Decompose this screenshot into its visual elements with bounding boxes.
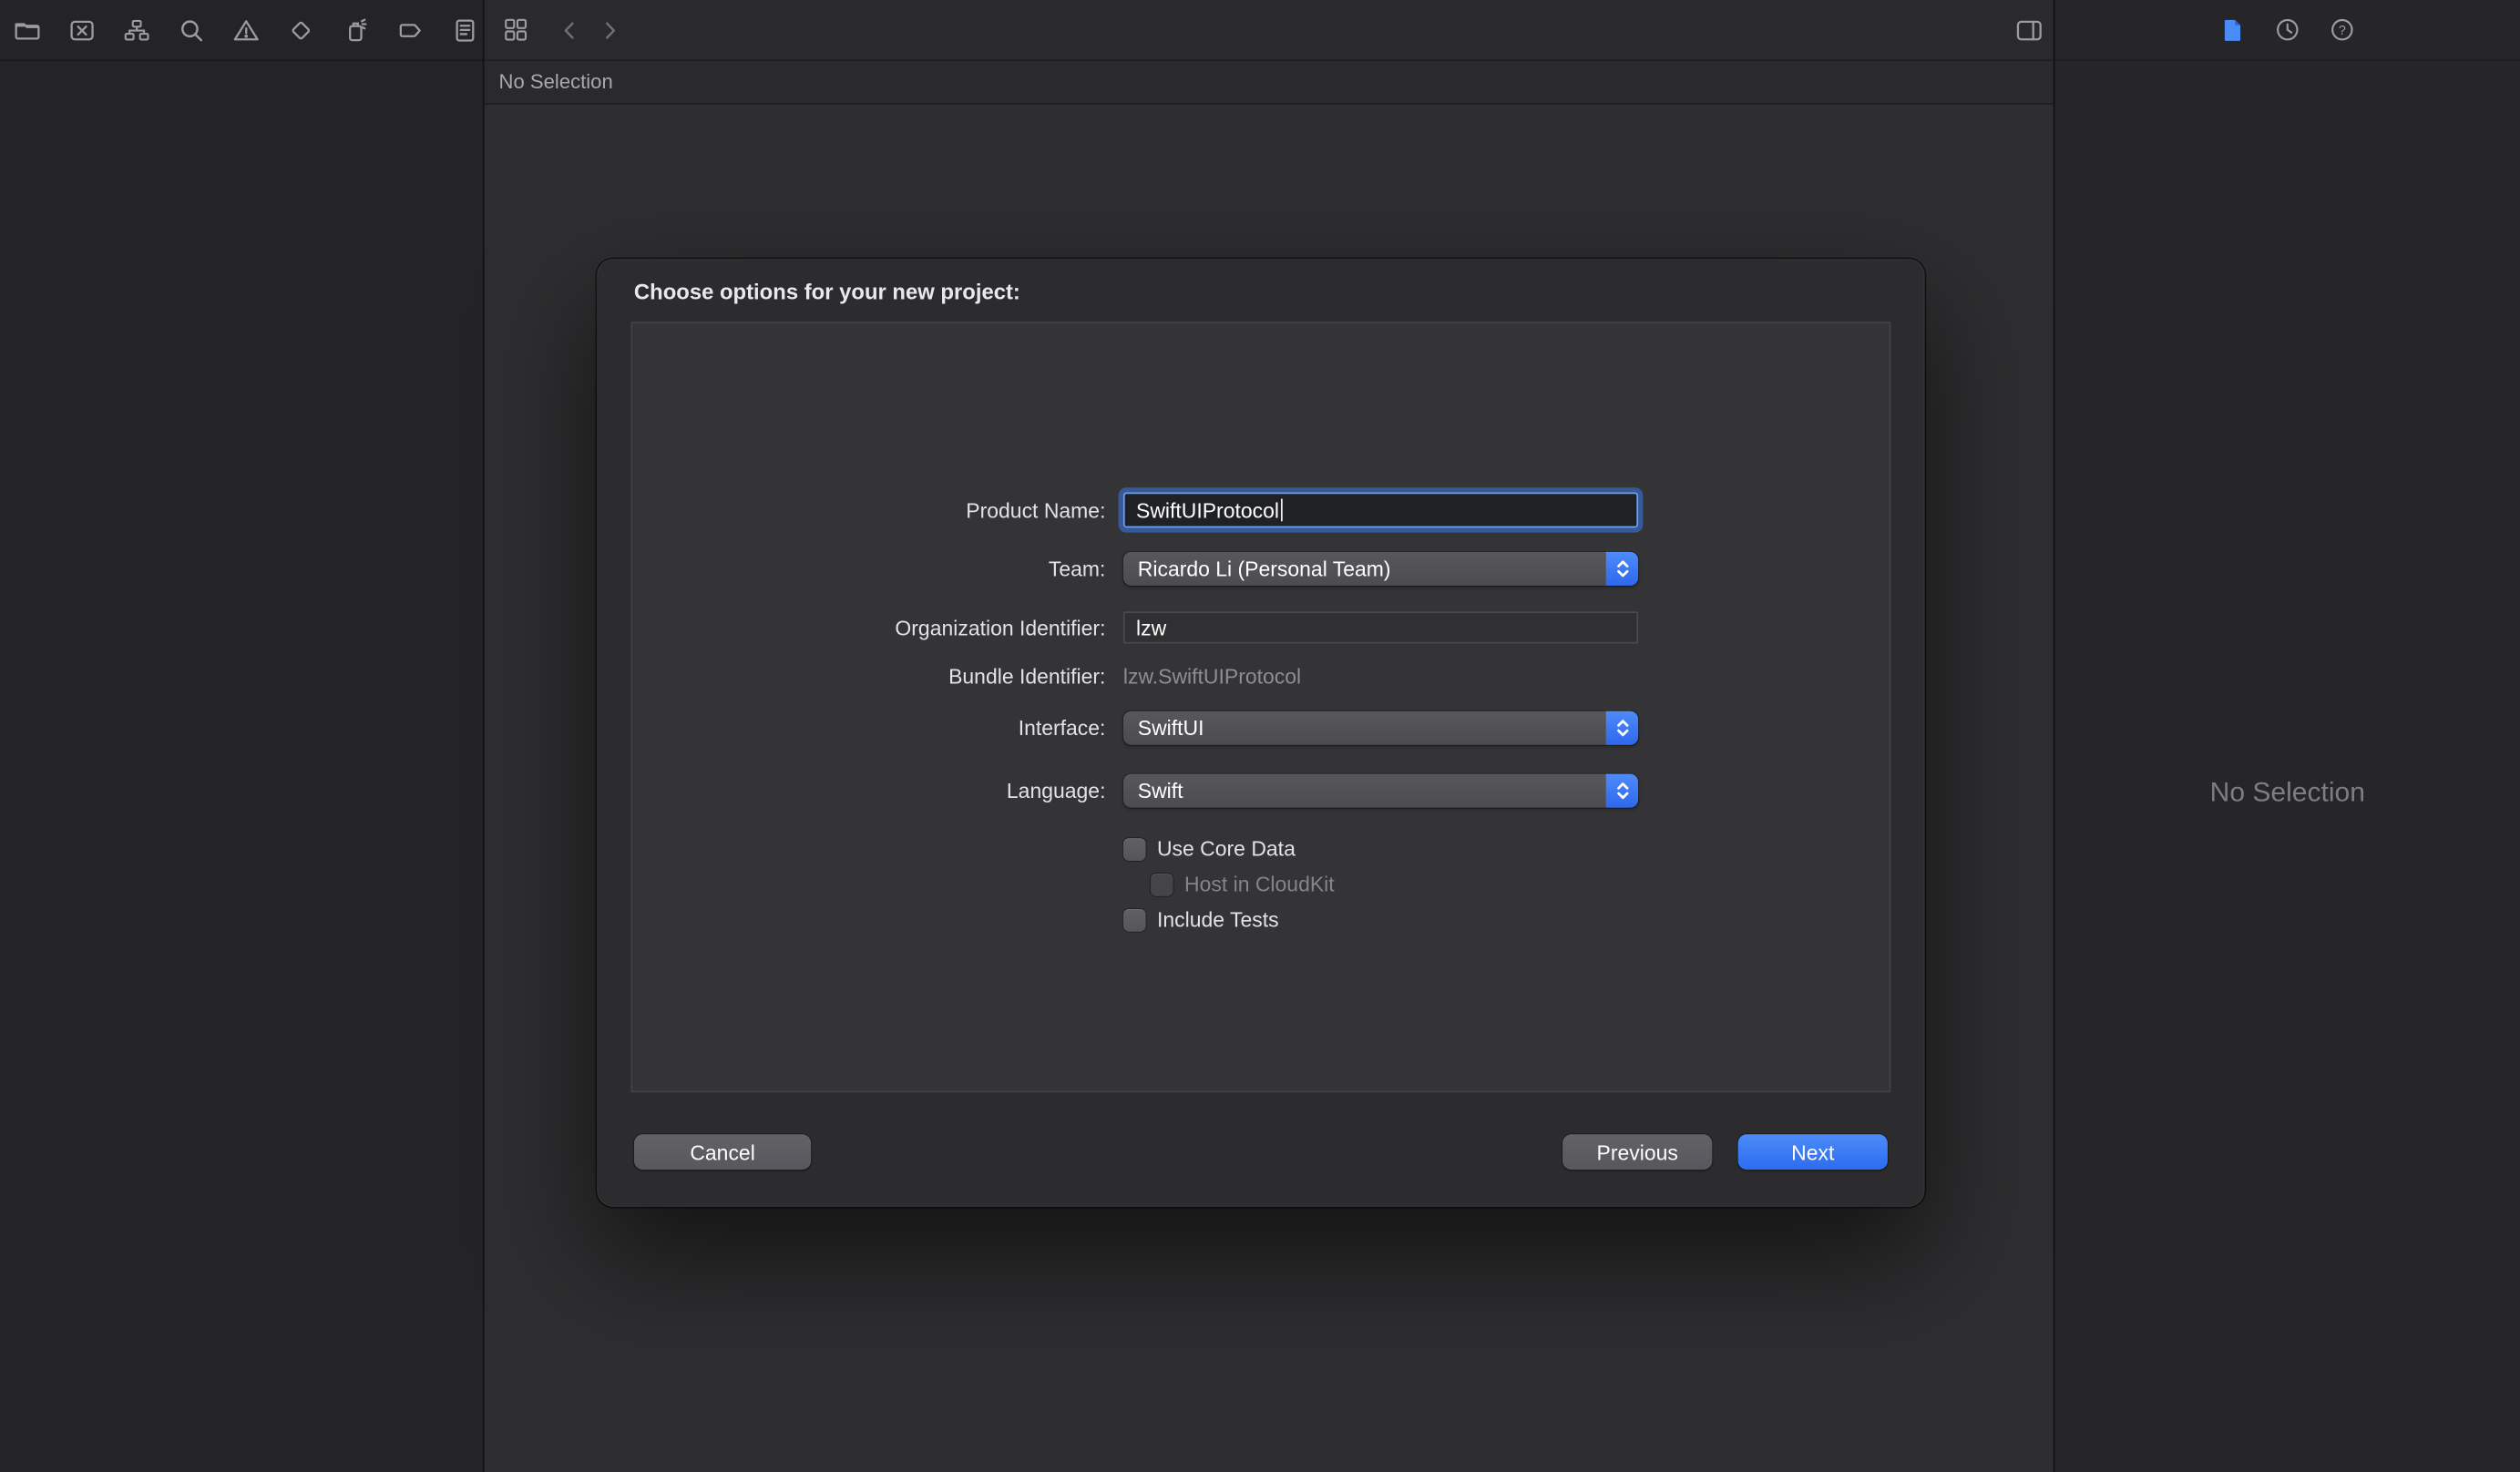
use-core-data-label: Use Core Data (1157, 836, 1296, 860)
text-caret (1281, 499, 1283, 522)
language-value: Swift (1123, 779, 1183, 802)
xcode-window: No Selection ? No Selection Choose optio… (0, 0, 2520, 1472)
dialog-title: Choose options for your new project: (634, 280, 1020, 303)
product-name-label: Product Name: (632, 498, 1105, 522)
organization-identifier-field[interactable]: lzw (1123, 611, 1638, 643)
include-tests-label: Include Tests (1157, 907, 1279, 931)
popup-chevrons-icon (1606, 552, 1638, 586)
report-navigator-icon[interactable] (449, 15, 480, 46)
checkbox-unchecked-icon (1151, 873, 1173, 895)
new-project-options-dialog: Choose options for your new project: Pro… (597, 259, 1924, 1206)
popup-chevrons-icon (1606, 774, 1638, 808)
host-in-cloudkit-checkbox: Host in CloudKit (1151, 872, 1335, 895)
options-form-panel: Product Name: SwiftUIProtocol Team: Rica… (630, 322, 1890, 1092)
team-popup[interactable]: Ricardo Li (Personal Team) (1123, 552, 1638, 586)
inspector-panel: ? No Selection (2054, 0, 2520, 1472)
navigator-toolbar (0, 0, 483, 61)
team-label: Team: (632, 557, 1105, 580)
history-inspector-icon[interactable] (2272, 15, 2303, 46)
interface-row: Interface: SwiftUI (632, 711, 1889, 745)
organization-identifier-value: lzw (1136, 616, 1166, 639)
include-tests-row: Include Tests (1123, 907, 1279, 931)
back-chevron-icon[interactable] (554, 15, 585, 46)
cancel-button[interactable]: Cancel (634, 1134, 811, 1170)
interface-popup[interactable]: SwiftUI (1123, 711, 1638, 745)
project-navigator-icon[interactable] (11, 15, 42, 46)
breakpoint-navigator-icon[interactable] (394, 15, 425, 46)
inspector-toolbar: ? (2055, 0, 2520, 61)
svg-text:?: ? (2339, 24, 2346, 38)
jump-bar-text: No Selection (499, 71, 613, 94)
organization-identifier-label: Organization Identifier: (632, 616, 1105, 639)
bundle-identifier-label: Bundle Identifier: (632, 664, 1105, 688)
jump-bar[interactable]: No Selection (485, 61, 2054, 105)
include-tests-checkbox[interactable]: Include Tests (1123, 907, 1279, 931)
team-value: Ricardo Li (Personal Team) (1123, 557, 1391, 580)
language-row: Language: Swift (632, 774, 1889, 808)
popup-chevrons-icon (1606, 711, 1638, 745)
interface-value: SwiftUI (1123, 716, 1204, 740)
navigator-content-empty (0, 61, 483, 1472)
product-name-field[interactable]: SwiftUIProtocol (1123, 492, 1638, 527)
source-control-navigator-icon[interactable] (66, 15, 97, 46)
interface-label: Interface: (632, 716, 1105, 740)
product-name-row: Product Name: SwiftUIProtocol (632, 492, 1889, 527)
editor-grid-icon[interactable] (500, 15, 531, 46)
checkbox-unchecked-icon (1123, 908, 1146, 931)
use-core-data-row: Use Core Data (1123, 836, 1296, 860)
product-name-value: SwiftUIProtocol (1136, 498, 1279, 522)
test-navigator-icon[interactable] (285, 15, 316, 46)
checkbox-unchecked-icon (1123, 837, 1146, 860)
bundle-identifier-row: Bundle Identifier: lzw.SwiftUIProtocol (632, 664, 1889, 688)
editor-toolbar (485, 0, 2054, 61)
find-navigator-icon[interactable] (176, 15, 207, 46)
quick-help-inspector-icon[interactable]: ? (2327, 15, 2358, 46)
team-row: Team: Ricardo Li (Personal Team) (632, 552, 1889, 586)
forward-chevron-icon[interactable] (594, 15, 625, 46)
inspector-empty-text: No Selection (2055, 777, 2520, 809)
organization-identifier-row: Organization Identifier: lzw (632, 611, 1889, 643)
language-popup[interactable]: Swift (1123, 774, 1638, 808)
bundle-identifier-value: lzw.SwiftUIProtocol (1123, 664, 1638, 688)
host-in-cloudkit-row: Host in CloudKit (1151, 872, 1335, 895)
language-label: Language: (632, 779, 1105, 802)
navigator-sidebar (0, 0, 485, 1472)
symbol-navigator-icon[interactable] (120, 15, 151, 46)
previous-button[interactable]: Previous (1562, 1134, 1712, 1170)
issue-navigator-icon[interactable] (230, 15, 261, 46)
next-button[interactable]: Next (1738, 1134, 1888, 1170)
use-core-data-checkbox[interactable]: Use Core Data (1123, 836, 1296, 860)
host-in-cloudkit-label: Host in CloudKit (1184, 872, 1335, 895)
inspector-toggle-icon[interactable] (2013, 15, 2044, 46)
debug-navigator-icon[interactable] (340, 15, 371, 46)
file-inspector-icon[interactable] (2218, 15, 2249, 46)
